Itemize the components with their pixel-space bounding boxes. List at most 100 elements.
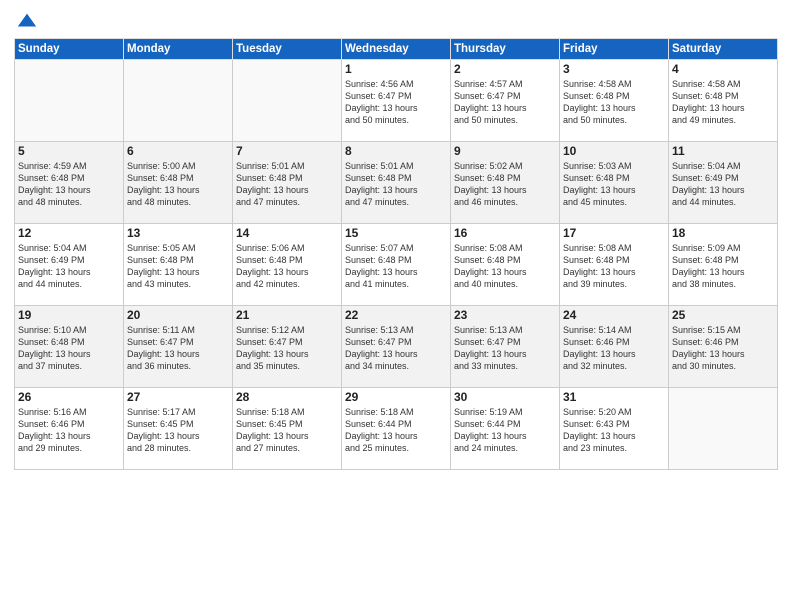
- cell-info: Sunrise: 5:18 AMSunset: 6:45 PMDaylight:…: [236, 406, 338, 455]
- calendar-cell: 20Sunrise: 5:11 AMSunset: 6:47 PMDayligh…: [124, 306, 233, 388]
- cell-info: Sunrise: 5:17 AMSunset: 6:45 PMDaylight:…: [127, 406, 229, 455]
- day-number: 4: [672, 62, 774, 76]
- calendar-cell: 13 Sunrise: 5:05 AMSunset: 6:48 PMDayligh…: [124, 224, 233, 306]
- calendar-cell: 25 Sunrise: 5:15 AMSunset: 6:46 PMDayligh…: [669, 306, 778, 388]
- cell-info: Sunrise: 5:16 AMSunset: 6:46 PMDaylight:…: [18, 406, 120, 455]
- day-number: 26: [18, 390, 120, 404]
- calendar-cell: 22Sunrise: 5:13 AMSunset: 6:47 PMDayligh…: [342, 306, 451, 388]
- day-header-saturday: Saturday: [669, 39, 778, 60]
- day-header-monday: Monday: [124, 39, 233, 60]
- cell-info: Sunrise: 5:02 AMSunset: 6:48 PMDaylight:…: [454, 160, 556, 209]
- day-header-sunday: Sunday: [15, 39, 124, 60]
- cell-info: Sunrise: 5:15 AMSunset: 6:46 PMDaylight:…: [672, 324, 774, 373]
- day-number: 7: [236, 144, 338, 158]
- calendar-cell: 30Sunrise: 5:19 AMSunset: 6:44 PMDayligh…: [451, 388, 560, 470]
- day-number: 13: [127, 226, 229, 240]
- day-header-tuesday: Tuesday: [233, 39, 342, 60]
- cell-info: Sunrise: 5:13 AMSunset: 6:47 PMDaylight:…: [345, 324, 447, 373]
- calendar-cell: 11 Sunrise: 5:04 AMSunset: 6:49 PMDayligh…: [669, 142, 778, 224]
- day-number: 19: [18, 308, 120, 322]
- calendar-cell: 7 Sunrise: 5:01 AMSunset: 6:48 PMDaylight…: [233, 142, 342, 224]
- day-number: 21: [236, 308, 338, 322]
- cell-info: Sunrise: 5:18 AMSunset: 6:44 PMDaylight:…: [345, 406, 447, 455]
- cell-info: Sunrise: 5:12 AMSunset: 6:47 PMDaylight:…: [236, 324, 338, 373]
- cell-info: Sunrise: 5:09 AMSunset: 6:48 PMDaylight:…: [672, 242, 774, 291]
- calendar-cell: 21 Sunrise: 5:12 AMSunset: 6:47 PMDayligh…: [233, 306, 342, 388]
- calendar-cell: 12 Sunrise: 5:04 AMSunset: 6:49 PMDayligh…: [15, 224, 124, 306]
- day-number: 8: [345, 144, 447, 158]
- day-number: 12: [18, 226, 120, 240]
- cell-info: Sunrise: 5:08 AMSunset: 6:48 PMDaylight:…: [454, 242, 556, 291]
- week-row-3: 19 Sunrise: 5:10 AMSunset: 6:48 PMDayligh…: [15, 306, 778, 388]
- calendar-cell: 24 Sunrise: 5:14 AMSunset: 6:46 PMDayligh…: [560, 306, 669, 388]
- cell-info: Sunrise: 5:00 AMSunset: 6:48 PMDaylight:…: [127, 160, 229, 209]
- day-number: 11: [672, 144, 774, 158]
- day-number: 9: [454, 144, 556, 158]
- day-number: 30: [454, 390, 556, 404]
- cell-info: Sunrise: 5:04 AMSunset: 6:49 PMDaylight:…: [18, 242, 120, 291]
- logo: [14, 10, 38, 32]
- calendar: SundayMondayTuesdayWednesdayThursdayFrid…: [14, 38, 778, 470]
- day-number: 27: [127, 390, 229, 404]
- day-number: 10: [563, 144, 665, 158]
- calendar-cell: [669, 388, 778, 470]
- day-number: 17: [563, 226, 665, 240]
- cell-info: Sunrise: 5:01 AMSunset: 6:48 PMDaylight:…: [236, 160, 338, 209]
- day-number: 24: [563, 308, 665, 322]
- cell-info: Sunrise: 5:07 AMSunset: 6:48 PMDaylight:…: [345, 242, 447, 291]
- cell-info: Sunrise: 4:58 AMSunset: 6:48 PMDaylight:…: [672, 78, 774, 127]
- header: [14, 10, 778, 32]
- cell-info: Sunrise: 5:04 AMSunset: 6:49 PMDaylight:…: [672, 160, 774, 209]
- calendar-cell: 16 Sunrise: 5:08 AMSunset: 6:48 PMDayligh…: [451, 224, 560, 306]
- day-number: 20: [127, 308, 229, 322]
- header-row: SundayMondayTuesdayWednesdayThursdayFrid…: [15, 39, 778, 60]
- cell-info: Sunrise: 5:03 AMSunset: 6:48 PMDaylight:…: [563, 160, 665, 209]
- calendar-cell: 5Sunrise: 4:59 AMSunset: 6:48 PMDaylight…: [15, 142, 124, 224]
- calendar-cell: 19 Sunrise: 5:10 AMSunset: 6:48 PMDayligh…: [15, 306, 124, 388]
- cell-info: Sunrise: 4:57 AMSunset: 6:47 PMDaylight:…: [454, 78, 556, 127]
- cell-info: Sunrise: 5:10 AMSunset: 6:48 PMDaylight:…: [18, 324, 120, 373]
- day-number: 23: [454, 308, 556, 322]
- calendar-cell: 18 Sunrise: 5:09 AMSunset: 6:48 PMDayligh…: [669, 224, 778, 306]
- calendar-cell: 10 Sunrise: 5:03 AMSunset: 6:48 PMDayligh…: [560, 142, 669, 224]
- day-number: 6: [127, 144, 229, 158]
- calendar-cell: [233, 60, 342, 142]
- calendar-cell: 6 Sunrise: 5:00 AMSunset: 6:48 PMDaylight…: [124, 142, 233, 224]
- cell-info: Sunrise: 4:58 AMSunset: 6:48 PMDaylight:…: [563, 78, 665, 127]
- calendar-cell: [124, 60, 233, 142]
- cell-info: Sunrise: 5:14 AMSunset: 6:46 PMDaylight:…: [563, 324, 665, 373]
- day-number: 1: [345, 62, 447, 76]
- calendar-cell: 28Sunrise: 5:18 AMSunset: 6:45 PMDayligh…: [233, 388, 342, 470]
- cell-info: Sunrise: 5:05 AMSunset: 6:48 PMDaylight:…: [127, 242, 229, 291]
- calendar-cell: 27 Sunrise: 5:17 AMSunset: 6:45 PMDayligh…: [124, 388, 233, 470]
- day-number: 16: [454, 226, 556, 240]
- cell-info: Sunrise: 5:01 AMSunset: 6:48 PMDaylight:…: [345, 160, 447, 209]
- calendar-cell: 14 Sunrise: 5:06 AMSunset: 6:48 PMDayligh…: [233, 224, 342, 306]
- calendar-cell: 15Sunrise: 5:07 AMSunset: 6:48 PMDayligh…: [342, 224, 451, 306]
- day-number: 18: [672, 226, 774, 240]
- week-row-1: 5Sunrise: 4:59 AMSunset: 6:48 PMDaylight…: [15, 142, 778, 224]
- day-header-wednesday: Wednesday: [342, 39, 451, 60]
- calendar-cell: 8 Sunrise: 5:01 AMSunset: 6:48 PMDaylight…: [342, 142, 451, 224]
- calendar-cell: [15, 60, 124, 142]
- week-row-2: 12 Sunrise: 5:04 AMSunset: 6:49 PMDayligh…: [15, 224, 778, 306]
- day-number: 14: [236, 226, 338, 240]
- calendar-cell: 23Sunrise: 5:13 AMSunset: 6:47 PMDayligh…: [451, 306, 560, 388]
- calendar-cell: 3 Sunrise: 4:58 AMSunset: 6:48 PMDaylight…: [560, 60, 669, 142]
- calendar-cell: 9 Sunrise: 5:02 AMSunset: 6:48 PMDaylight…: [451, 142, 560, 224]
- day-number: 25: [672, 308, 774, 322]
- calendar-cell: 17 Sunrise: 5:08 AMSunset: 6:48 PMDayligh…: [560, 224, 669, 306]
- calendar-cell: 2Sunrise: 4:57 AMSunset: 6:47 PMDaylight…: [451, 60, 560, 142]
- day-number: 29: [345, 390, 447, 404]
- calendar-cell: 1 Sunrise: 4:56 AMSunset: 6:47 PMDaylight…: [342, 60, 451, 142]
- logo-icon: [16, 10, 38, 32]
- day-number: 3: [563, 62, 665, 76]
- cell-info: Sunrise: 5:20 AMSunset: 6:43 PMDaylight:…: [563, 406, 665, 455]
- day-number: 31: [563, 390, 665, 404]
- cell-info: Sunrise: 4:56 AMSunset: 6:47 PMDaylight:…: [345, 78, 447, 127]
- calendar-cell: 26 Sunrise: 5:16 AMSunset: 6:46 PMDayligh…: [15, 388, 124, 470]
- day-header-friday: Friday: [560, 39, 669, 60]
- cell-info: Sunrise: 5:08 AMSunset: 6:48 PMDaylight:…: [563, 242, 665, 291]
- calendar-cell: 31 Sunrise: 5:20 AMSunset: 6:43 PMDayligh…: [560, 388, 669, 470]
- cell-info: Sunrise: 5:06 AMSunset: 6:48 PMDaylight:…: [236, 242, 338, 291]
